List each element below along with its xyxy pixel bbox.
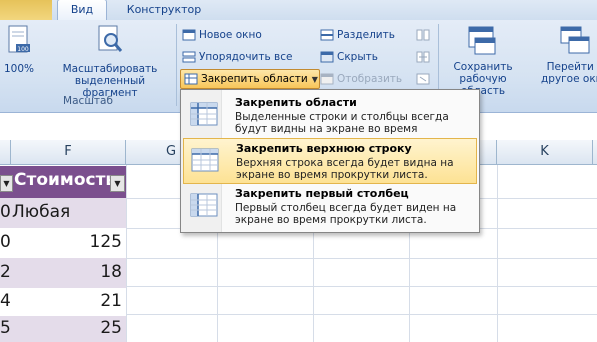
new-window-label: Новое окно (199, 29, 262, 41)
table-row: 2 18 (0, 258, 126, 288)
split-icon (320, 29, 334, 41)
ribbon-tab-strip: Вид Конструктор (0, 0, 597, 22)
menu-item-freeze-panes[interactable]: Закрепить области Выделенные строки и ст… (183, 93, 475, 147)
switch-windows-label: Перейти в другое окно (541, 61, 597, 85)
table-row: 0 Любая (0, 198, 126, 228)
table-row: 5 25 (0, 316, 126, 342)
reset-window-position-button[interactable] (416, 70, 433, 88)
tab-view[interactable]: Вид (57, 0, 107, 22)
row-stub: 0 (0, 202, 11, 222)
svg-text:100: 100 (17, 46, 29, 53)
cell-value[interactable]: 125 (90, 232, 122, 252)
table-header-row: ▼ Стоимость ▼ (0, 166, 126, 198)
freeze-panes-menu: Закрепить области Выделенные строки и ст… (180, 89, 480, 233)
unhide-icon (320, 73, 334, 85)
column-header-f[interactable]: F (11, 140, 126, 164)
side-by-side-icon (416, 29, 430, 41)
cell-value[interactable]: 18 (100, 262, 122, 282)
hide-label: Скрыть (337, 51, 378, 63)
hide-icon (320, 51, 334, 63)
sync-scroll-button[interactable] (416, 48, 433, 66)
sync-scroll-icon (416, 51, 430, 63)
table-header-cost: Стоимость (14, 170, 117, 190)
menu-item-title: Закрепить области (235, 96, 357, 109)
unhide-button[interactable]: Отобразить (320, 70, 402, 88)
freeze-panes-icon (190, 102, 218, 126)
switch-windows-button[interactable]: Перейти в другое окно (540, 24, 597, 85)
column-header-e[interactable] (0, 140, 11, 164)
freeze-panes-button[interactable]: Закрепить области ▼ (180, 69, 320, 89)
cell-value[interactable]: Любая (12, 202, 70, 222)
zoom-group-label: Масштаб (63, 95, 113, 107)
save-workspace-button[interactable]: Сохранить рабочую область (442, 24, 524, 97)
menu-item-description: Первый столбец всегда будет виден на экр… (235, 202, 457, 226)
tab-design[interactable]: Конструктор (117, 0, 211, 20)
split-label: Разделить (337, 29, 395, 41)
hide-button[interactable]: Скрыть (320, 48, 378, 66)
row-stub: 5 (0, 318, 11, 338)
arrange-all-label: Упорядочить все (199, 51, 293, 63)
unhide-label: Отобразить (337, 73, 403, 85)
menu-item-title: Закрепить верхнюю строку (236, 142, 412, 155)
table-row: 4 21 (0, 288, 126, 316)
menu-item-freeze-first-column[interactable]: Закрепить первый столбец Первый столбец … (183, 184, 475, 228)
zoom-100-label: 100% (3, 63, 35, 75)
zoom-selection-icon (98, 25, 123, 52)
menu-item-title: Закрепить первый столбец (235, 187, 409, 200)
freeze-top-row-icon (191, 148, 219, 172)
new-window-icon (182, 29, 196, 41)
cell-value[interactable]: 21 (100, 291, 122, 311)
row-stub: 0 (0, 232, 11, 252)
switch-windows-icon (560, 26, 590, 54)
filter-dropdown-e[interactable]: ▼ (0, 175, 13, 192)
zoom-to-selection-button[interactable]: Масштабировать выделенный фрагмент (46, 24, 174, 99)
freeze-first-column-icon (190, 193, 218, 217)
page-100-icon: 100 (8, 25, 30, 53)
row-stub: 2 (0, 262, 11, 282)
save-workspace-icon (468, 26, 496, 55)
new-window-button[interactable]: Новое окно (182, 26, 262, 44)
tab-left-partial[interactable] (0, 0, 52, 20)
column-header-k[interactable]: K (497, 140, 593, 164)
reset-position-icon (416, 73, 430, 85)
row-stub: 4 (0, 291, 11, 311)
freeze-panes-icon (184, 73, 198, 85)
arrange-all-icon (182, 51, 196, 63)
menu-item-freeze-top-row[interactable]: Закрепить верхнюю строку Верхняя строка … (183, 138, 477, 184)
chevron-down-icon: ▼ (311, 75, 318, 84)
cell-value[interactable]: 25 (100, 318, 122, 338)
arrange-all-button[interactable]: Упорядочить все (182, 48, 292, 66)
filter-dropdown-f[interactable]: ▼ (110, 175, 125, 192)
freeze-panes-label: Закрепить области (201, 73, 308, 85)
split-button[interactable]: Разделить (320, 26, 395, 44)
group-divider (176, 24, 177, 106)
view-side-by-side-button[interactable] (416, 26, 433, 44)
table-row: 0 125 (0, 228, 126, 258)
menu-item-description: Верхняя строка всегда будет видна на экр… (236, 157, 454, 181)
zoom-100-button[interactable]: 100 100% (2, 24, 36, 75)
